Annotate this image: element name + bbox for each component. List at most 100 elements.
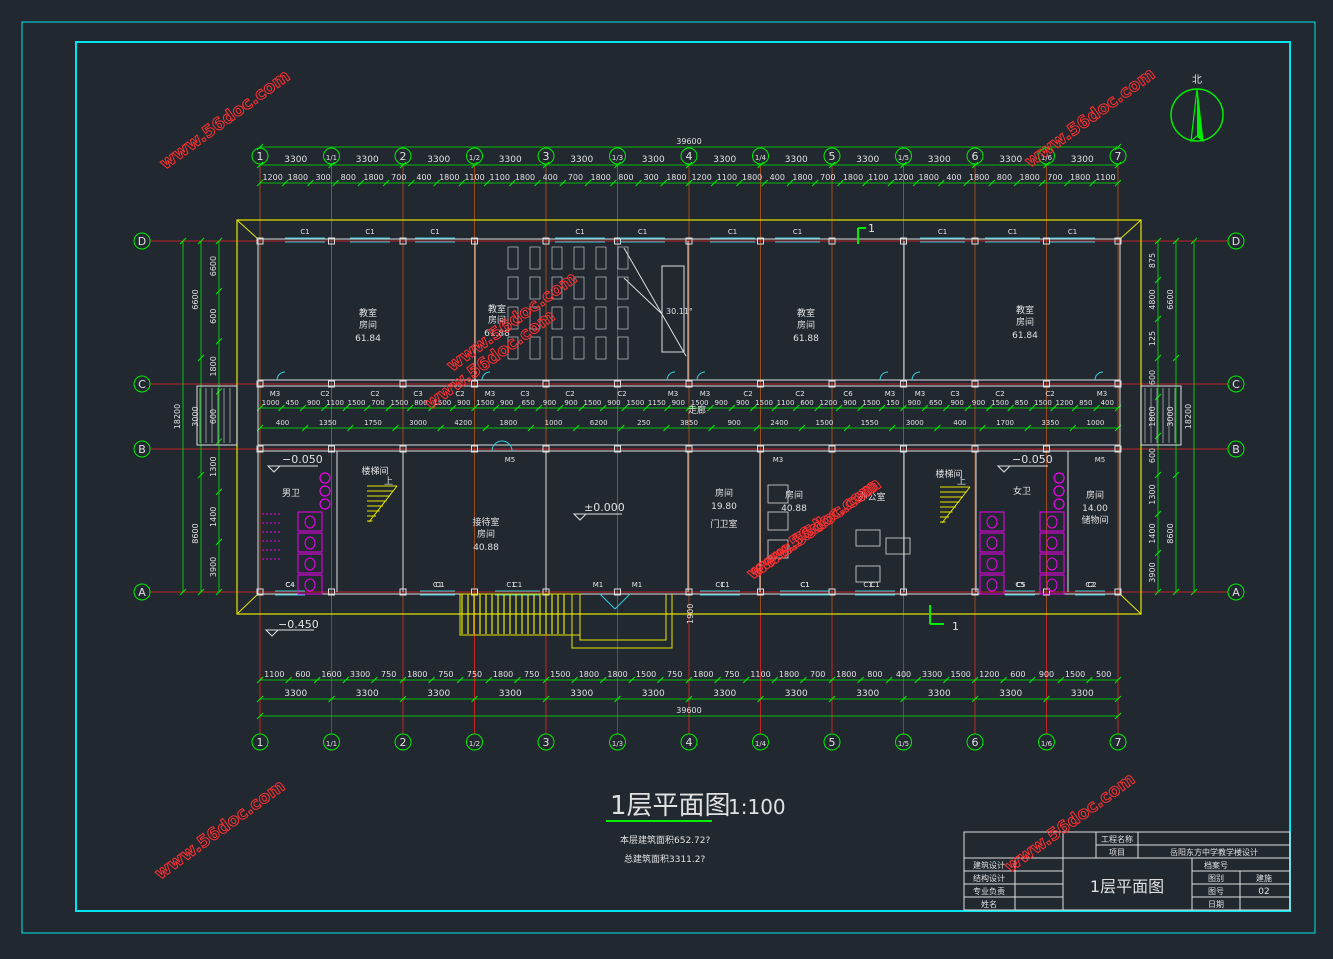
axis-label-y: C	[1232, 378, 1240, 391]
dim-top-detail-value: 700	[568, 173, 583, 182]
dim-top-detail-value: 1100	[868, 173, 888, 182]
dim-corridor-lower-value: 1700	[996, 419, 1014, 427]
axis-bubble-x: 1/5	[895, 147, 912, 165]
dim-corridor-upper-value: 1500	[584, 399, 602, 407]
toilet-stall-icon	[297, 553, 323, 574]
drawing-canvas: 北 1 1 1/1 1/1 2 2 1/2 1/2 3 3 1/3 1/3 4 4 1/4 1/4 5 5 1/5 1…	[0, 0, 1333, 955]
dim-top-axis-value: 3300	[427, 155, 450, 165]
dim-bottom-detail-value: 1800	[693, 670, 713, 679]
dim-top-axis-value: 3300	[928, 155, 951, 165]
dim-right-inner-value: 875	[1148, 253, 1157, 268]
dim-corridor-upper-value: 900	[564, 399, 577, 407]
dim-corridor-lower-value: 1000	[545, 419, 563, 427]
corridor-opening-tag: C2	[743, 390, 752, 398]
dim-corridor-lower-value: 3850	[680, 419, 698, 427]
drawing-title-block: 1层平面图 1:100 本层建筑面积652.72? 总建筑面积3311.2?	[606, 791, 786, 865]
axis-label-x: 7	[1115, 736, 1122, 749]
axis-label-y: A	[1232, 586, 1240, 599]
dim-top-detail-value: 1800	[919, 173, 939, 182]
opening-tag: C1	[506, 581, 515, 589]
stair-diagonal	[623, 247, 687, 357]
dim-top-detail-value: 400	[770, 173, 785, 182]
dim-corridor-lower-value: 1800	[499, 419, 517, 427]
dim-bottom-detail-value: 750	[724, 670, 739, 679]
dim-corridor-upper-value: 900	[714, 399, 727, 407]
corridor-opening-tag: C2	[795, 390, 804, 398]
dim-bottom-detail-value: 750	[467, 670, 482, 679]
dim-bottom-detail-value: 400	[896, 670, 911, 679]
toilet-stall-icon	[979, 532, 1005, 553]
stair-up-right: 上	[957, 476, 966, 487]
dim-corridor-lower-value: 3350	[1041, 419, 1059, 427]
desk	[551, 246, 563, 270]
corridor-opening-tag: C2	[565, 390, 574, 398]
dim-bottom-axis-value: 3300	[427, 689, 450, 699]
dim-top-axis-value: 3300	[356, 155, 379, 165]
opening-tag: C1	[435, 581, 444, 589]
dim-corridor-upper-value: 1150	[648, 399, 666, 407]
drawing-title: 1层平面图	[610, 791, 731, 821]
dim-corridor-lower-value: 1750	[364, 419, 382, 427]
drawing-category-value: 建施	[1256, 873, 1272, 883]
room-classroom-3: 教室 房间 61.88	[793, 307, 819, 344]
dim-top-axis-value: 3300	[713, 155, 736, 165]
window-tag: C1	[430, 228, 439, 236]
dim-top-detail-value: 1800	[843, 173, 863, 182]
dim-corridor-upper-value: 900	[736, 399, 749, 407]
desk	[617, 336, 629, 360]
drawing-scale: 1:100	[728, 795, 786, 819]
corridor-opening-tag: M3	[700, 390, 711, 398]
dim-bottom-detail-value: 1800	[779, 670, 799, 679]
window-tag: C1	[300, 228, 309, 236]
axis-label-y: B	[138, 443, 146, 456]
desk	[551, 336, 563, 360]
axis-bubble-y: C	[1227, 375, 1245, 393]
archive-label: 档案号	[1204, 860, 1228, 870]
room-sub: 房间	[1086, 489, 1104, 501]
corner-line	[1119, 219, 1142, 240]
axis-label-y: B	[1232, 443, 1240, 456]
dim-top-detail-value: 800	[618, 173, 633, 182]
dim-top-detail-value: 700	[1047, 173, 1062, 182]
dim-top-detail-value: 1200	[893, 173, 913, 182]
dim-top-detail-value: 800	[997, 173, 1012, 182]
role-1: 建筑设计	[973, 860, 1005, 870]
window-tag: C1	[728, 228, 737, 236]
washbasin-icon	[319, 498, 331, 510]
dim-bottom-detail-value: 800	[867, 670, 882, 679]
dim-bottom-detail-value: 1100	[264, 670, 284, 679]
date-label: 日期	[1208, 900, 1224, 909]
dim-corridor-upper-value: 900	[457, 399, 470, 407]
dim-bottom-detail-value: 3300	[922, 670, 942, 679]
axis-bubble-y: A	[1227, 583, 1245, 601]
dim-right-inner-value: 600	[1148, 370, 1157, 385]
dim-bottom-axis-value: 3300	[999, 689, 1022, 699]
washbasin-icon	[1053, 485, 1065, 497]
dim-corridor-upper-value: 450	[285, 399, 298, 407]
door-tag: M3	[773, 456, 784, 464]
office-desk	[767, 511, 789, 531]
main-door	[599, 593, 631, 610]
dim-top-detail-value: 1800	[666, 173, 686, 182]
window-tag: C1	[938, 228, 947, 236]
dim-top-detail-value: 1100	[490, 173, 510, 182]
axis-label-x: 5	[829, 736, 836, 749]
dim-bottom-detail-value: 600	[295, 670, 310, 679]
dim-corridor-upper-value: 1200	[1055, 399, 1073, 407]
room-area: 40.88	[473, 543, 499, 553]
axis-bubble-x: 7	[1109, 147, 1127, 165]
dim-corridor-upper-value: 900	[307, 399, 320, 407]
axis-label-x: 1/4	[755, 740, 767, 748]
room-sub: 房间	[797, 319, 815, 331]
corridor-opening-tag: C2	[1045, 390, 1054, 398]
corridor-opening-tag: C6	[843, 390, 853, 398]
dim-corridor-upper-value: 650	[929, 399, 942, 407]
dim-bottom-detail-value: 1500	[636, 670, 656, 679]
stair-angle: 30.11°	[666, 307, 693, 316]
item-label: 项目	[1109, 848, 1125, 857]
axis-bubble-x: 6	[966, 733, 984, 751]
dim-top-detail-value: 700	[391, 173, 406, 182]
room-name: 储物间	[1081, 514, 1108, 526]
dim-top-detail-value: 1800	[792, 173, 812, 182]
dim-right-outer-value: 8600	[1166, 523, 1175, 543]
